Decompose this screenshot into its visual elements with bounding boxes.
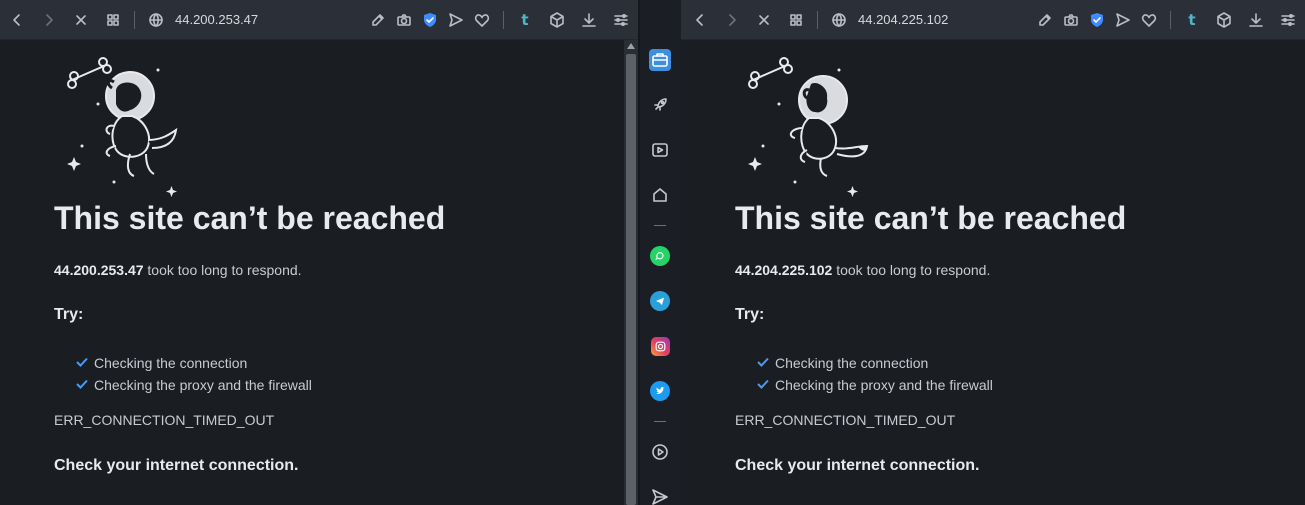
tabs-grid-icon[interactable] (100, 7, 126, 33)
list-item: Checking the connection (76, 352, 312, 374)
toolbar-separator (134, 10, 135, 29)
edit-icon[interactable] (1032, 7, 1058, 33)
send-icon[interactable] (443, 7, 469, 33)
sidebar-divider (654, 225, 666, 226)
twitter-badge (650, 381, 670, 401)
stop-icon[interactable] (68, 7, 94, 33)
tumblr-icon[interactable]: t (512, 7, 538, 33)
left-toolbar: 44.200.253.47 t (0, 0, 638, 40)
send-icon[interactable] (649, 486, 671, 505)
edit-icon[interactable] (365, 7, 391, 33)
tumblr-icon[interactable]: t (1179, 7, 1205, 33)
space-dog-illustration (748, 57, 869, 197)
checkmark-icon (757, 355, 775, 371)
shield-icon[interactable] (1084, 7, 1110, 33)
error-message: 44.204.225.102 took too long to respond. (735, 262, 990, 278)
address-bar[interactable]: 44.204.225.102 (858, 12, 1032, 27)
shield-icon[interactable] (417, 7, 443, 33)
whatsapp-icon[interactable] (649, 245, 671, 267)
checkmark-icon (76, 377, 94, 393)
right-pane: 44.204.225.102 t This site can’t be reac… (681, 0, 1305, 505)
home-icon[interactable] (649, 184, 671, 206)
sidebar-divider (654, 421, 666, 422)
twitter-icon[interactable] (649, 380, 671, 402)
video-icon[interactable] (649, 139, 671, 161)
rocket-icon[interactable] (649, 94, 671, 116)
error-message: 44.200.253.47 took too long to respond. (54, 262, 302, 278)
suggestion-link[interactable]: Checking the connection (775, 355, 928, 371)
suggestion-link[interactable]: Checking the proxy and the firewall (94, 377, 312, 393)
play-circle-icon[interactable] (649, 441, 671, 463)
error-headline: This site can’t be reached (735, 200, 1127, 236)
error-host: 44.204.225.102 (735, 262, 833, 278)
toolbar-actions: t (1032, 7, 1301, 33)
heart-icon[interactable] (469, 7, 495, 33)
error-page: This site can’t be reached 44.204.225.10… (681, 40, 1305, 505)
sidebar (640, 40, 681, 505)
forward-icon[interactable] (36, 7, 62, 33)
back-icon[interactable] (4, 7, 30, 33)
suggestion-list: Checking the connection Checking the pro… (757, 352, 993, 396)
cube-icon[interactable] (1211, 7, 1237, 33)
scroll-thumb[interactable] (626, 54, 636, 505)
whatsapp-badge (650, 246, 670, 266)
camera-icon[interactable] (1058, 7, 1084, 33)
download-icon[interactable] (1243, 7, 1269, 33)
download-icon[interactable] (576, 7, 602, 33)
error-code: ERR_CONNECTION_TIMED_OUT (735, 412, 956, 428)
list-item: Checking the proxy and the firewall (76, 374, 312, 396)
suggestion-link[interactable]: Checking the proxy and the firewall (775, 377, 993, 393)
suggestion-link[interactable]: Checking the connection (94, 355, 247, 371)
telegram-icon[interactable] (649, 290, 671, 312)
stop-icon[interactable] (751, 7, 777, 33)
instagram-icon[interactable] (649, 335, 671, 357)
checkmark-icon (76, 355, 94, 371)
scroll-up-arrow-icon[interactable] (627, 43, 635, 49)
try-heading: Try: (54, 306, 84, 323)
list-item: Checking the connection (757, 352, 993, 374)
error-message-suffix: took too long to respond. (143, 262, 302, 278)
list-item: Checking the proxy and the firewall (757, 374, 993, 396)
address-bar[interactable]: 44.200.253.47 (175, 12, 365, 27)
cube-icon[interactable] (544, 7, 570, 33)
toolbar-separator (817, 10, 818, 29)
left-scrollbar[interactable] (624, 40, 638, 505)
menu-icon[interactable] (1275, 7, 1301, 33)
sidebar-top-strip (640, 0, 681, 40)
browser-window: 44.200.253.47 t This site can’t be reach… (0, 0, 1305, 505)
globe-icon (143, 7, 169, 33)
error-headline: This site can’t be reached (54, 200, 446, 236)
error-host: 44.200.253.47 (54, 262, 144, 278)
checkmark-icon (757, 377, 775, 393)
back-icon[interactable] (687, 7, 713, 33)
globe-icon (826, 7, 852, 33)
right-toolbar: 44.204.225.102 t (681, 0, 1305, 40)
error-message-suffix: took too long to respond. (832, 262, 991, 278)
try-heading: Try: (735, 306, 765, 323)
camera-icon[interactable] (391, 7, 417, 33)
check-internet-heading: Check your internet connection. (735, 457, 980, 474)
toolbar-actions: t (365, 7, 634, 33)
telegram-badge (650, 291, 670, 311)
suggestion-list: Checking the connection Checking the pro… (76, 352, 312, 396)
forward-icon[interactable] (719, 7, 745, 33)
send-icon[interactable] (1110, 7, 1136, 33)
error-page: This site can’t be reached 44.200.253.47… (0, 40, 638, 505)
space-dog-illustration (67, 57, 178, 197)
toolbar-separator (1170, 10, 1171, 29)
menu-icon[interactable] (608, 7, 634, 33)
left-pane: 44.200.253.47 t This site can’t be reach… (0, 0, 638, 505)
error-code: ERR_CONNECTION_TIMED_OUT (54, 412, 275, 428)
instagram-badge (650, 336, 670, 356)
tabs-grid-icon[interactable] (783, 7, 809, 33)
toolbar-separator (503, 10, 504, 29)
briefcase-icon[interactable] (649, 49, 671, 71)
heart-icon[interactable] (1136, 7, 1162, 33)
check-internet-heading: Check your internet connection. (54, 457, 299, 474)
